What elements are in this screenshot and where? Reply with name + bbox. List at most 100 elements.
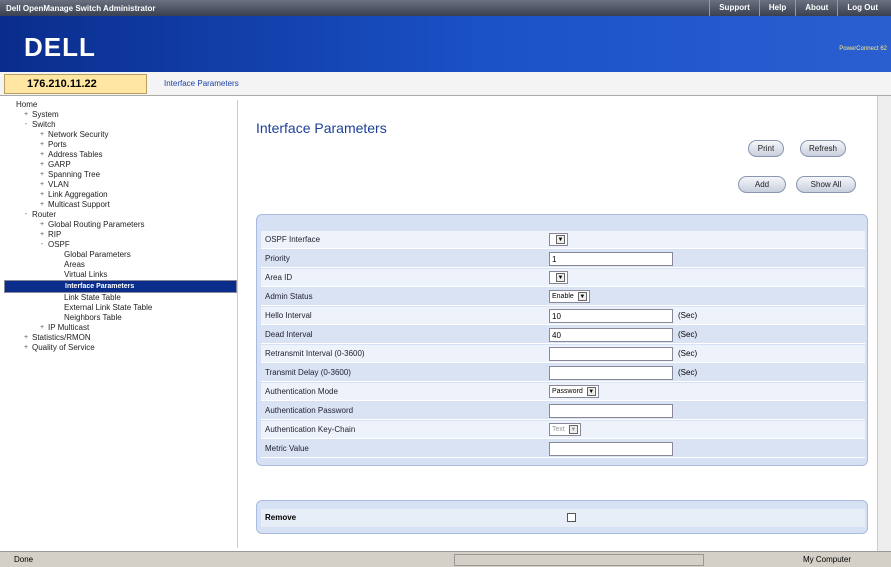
expand-icon[interactable]: +: [38, 160, 46, 170]
tree-item-label: Global Parameters: [64, 250, 131, 259]
tree-item[interactable]: + Spanning Tree: [4, 170, 237, 180]
text-field[interactable]: 10: [549, 309, 673, 323]
text-field[interactable]: [549, 347, 673, 361]
form-row: Metric Value: [261, 440, 865, 458]
tree-item[interactable]: + GARP: [4, 160, 237, 170]
tree-item[interactable]: Virtual Links: [4, 270, 237, 280]
status-progress-section: [454, 554, 704, 566]
dropdown-arrow-icon[interactable]: ▼: [556, 235, 565, 244]
print-button[interactable]: Print: [748, 140, 784, 157]
tree-item-label: VLAN: [48, 180, 69, 189]
field-label: Authentication Password: [265, 406, 354, 415]
support-link[interactable]: Support: [709, 0, 759, 16]
dell-logo: DELL: [24, 32, 96, 62]
tree-item-label: Switch: [32, 120, 56, 129]
field-label: OSPF Interface: [265, 235, 321, 244]
expand-icon[interactable]: +: [38, 170, 46, 180]
tree-item[interactable]: + Global Routing Parameters: [4, 220, 237, 230]
select-dropdown[interactable]: Text ▼: [549, 423, 581, 436]
tree-item[interactable]: + Quality of Service: [4, 343, 237, 353]
select-dropdown[interactable]: Password ▼: [549, 385, 599, 398]
navigation-tree: Home + System - Switch + Network Security + Port…: [4, 100, 238, 548]
select-value: Password: [552, 388, 583, 395]
breadcrumb: Interface Parameters: [164, 79, 239, 88]
form-row: Hello Interval 10 (Sec): [261, 307, 865, 325]
form-row: Authentication Password: [261, 402, 865, 420]
tree-item-label: GARP: [48, 160, 71, 169]
tree-item[interactable]: Home: [4, 100, 237, 110]
remove-panel: Remove: [256, 500, 868, 534]
text-field[interactable]: [549, 404, 673, 418]
form-row: Authentication Mode Password ▼: [261, 383, 865, 401]
tree-item-label: Neighbors Table: [64, 313, 122, 322]
dropdown-arrow-icon[interactable]: ▼: [568, 425, 578, 434]
logout-link[interactable]: Log Out: [837, 0, 887, 16]
refresh-button[interactable]: Refresh: [800, 140, 846, 157]
tree-item[interactable]: Interface Parameters: [4, 280, 237, 293]
form-row: Dead Interval 40 (Sec): [261, 326, 865, 344]
expand-icon[interactable]: +: [38, 220, 46, 230]
text-field[interactable]: 40: [549, 328, 673, 342]
expand-icon[interactable]: +: [38, 140, 46, 150]
tree-item[interactable]: Link State Table: [4, 293, 237, 303]
top-links: Support Help About Log Out: [709, 0, 887, 16]
collapse-icon[interactable]: -: [22, 210, 30, 220]
vertical-scrollbar[interactable]: [877, 96, 891, 551]
tree-item[interactable]: + Multicast Support: [4, 200, 237, 210]
tree-item[interactable]: + System: [4, 110, 237, 120]
show-all-button[interactable]: Show All: [796, 176, 856, 193]
field-label: Dead Interval: [265, 330, 313, 339]
tree-item[interactable]: + Address Tables: [4, 150, 237, 160]
expand-icon[interactable]: +: [38, 200, 46, 210]
dropdown-arrow-icon[interactable]: ▼: [556, 273, 565, 282]
form-row: OSPF Interface ▼: [261, 231, 865, 249]
tree-item-label: Global Routing Parameters: [48, 220, 145, 229]
expand-icon[interactable]: +: [38, 230, 46, 240]
unit-label: (Sec): [678, 349, 698, 358]
expand-icon[interactable]: +: [38, 130, 46, 140]
expand-icon[interactable]: +: [22, 343, 30, 353]
tree-item[interactable]: - Switch: [4, 120, 237, 130]
expand-icon[interactable]: +: [22, 333, 30, 343]
tree-item[interactable]: + RIP: [4, 230, 237, 240]
tree-item[interactable]: - Router: [4, 210, 237, 220]
tree-item[interactable]: Neighbors Table: [4, 313, 237, 323]
unit-label: (Sec): [678, 311, 698, 320]
select-dropdown[interactable]: Enable ▼: [549, 290, 590, 303]
tree-item[interactable]: External Link State Table: [4, 303, 237, 313]
add-button[interactable]: Add: [738, 176, 786, 193]
about-link[interactable]: About: [795, 0, 837, 16]
tree-item[interactable]: + Link Aggregation: [4, 190, 237, 200]
field-label: Admin Status: [265, 292, 313, 301]
tree-item[interactable]: + IP Multicast: [4, 323, 237, 333]
help-link[interactable]: Help: [758, 0, 795, 16]
tree-item[interactable]: + VLAN: [4, 180, 237, 190]
status-text: Done: [14, 555, 34, 564]
expand-icon[interactable]: +: [38, 180, 46, 190]
text-field[interactable]: 1: [549, 252, 673, 266]
tree-item[interactable]: - OSPF: [4, 240, 237, 250]
dropdown-arrow-icon[interactable]: ▼: [586, 387, 596, 396]
form-row: Admin Status Enable ▼: [261, 288, 865, 306]
banner: DELL PowerConnect 62: [0, 16, 891, 72]
select-dropdown[interactable]: ▼: [549, 271, 568, 284]
expand-icon[interactable]: +: [38, 190, 46, 200]
tree-item[interactable]: Areas: [4, 260, 237, 270]
text-field[interactable]: [549, 366, 673, 380]
tree-item-label: RIP: [48, 230, 62, 239]
collapse-icon[interactable]: -: [38, 240, 46, 250]
text-field[interactable]: [549, 442, 673, 456]
tree-item[interactable]: + Statistics/RMON: [4, 333, 237, 343]
dropdown-arrow-icon[interactable]: ▼: [577, 292, 587, 301]
main-content: Interface Parameters Print Refresh Add S…: [240, 100, 891, 548]
tree-item[interactable]: Global Parameters: [4, 250, 237, 260]
expand-icon[interactable]: +: [38, 150, 46, 160]
expand-icon[interactable]: +: [22, 110, 30, 120]
select-dropdown[interactable]: ▼: [549, 233, 568, 246]
remove-checkbox[interactable]: [567, 513, 576, 522]
tree-item[interactable]: + Ports: [4, 140, 237, 150]
form-row: Area ID ▼: [261, 269, 865, 287]
tree-item[interactable]: + Network Security: [4, 130, 237, 140]
expand-icon[interactable]: +: [38, 323, 46, 333]
collapse-icon[interactable]: -: [22, 120, 30, 130]
